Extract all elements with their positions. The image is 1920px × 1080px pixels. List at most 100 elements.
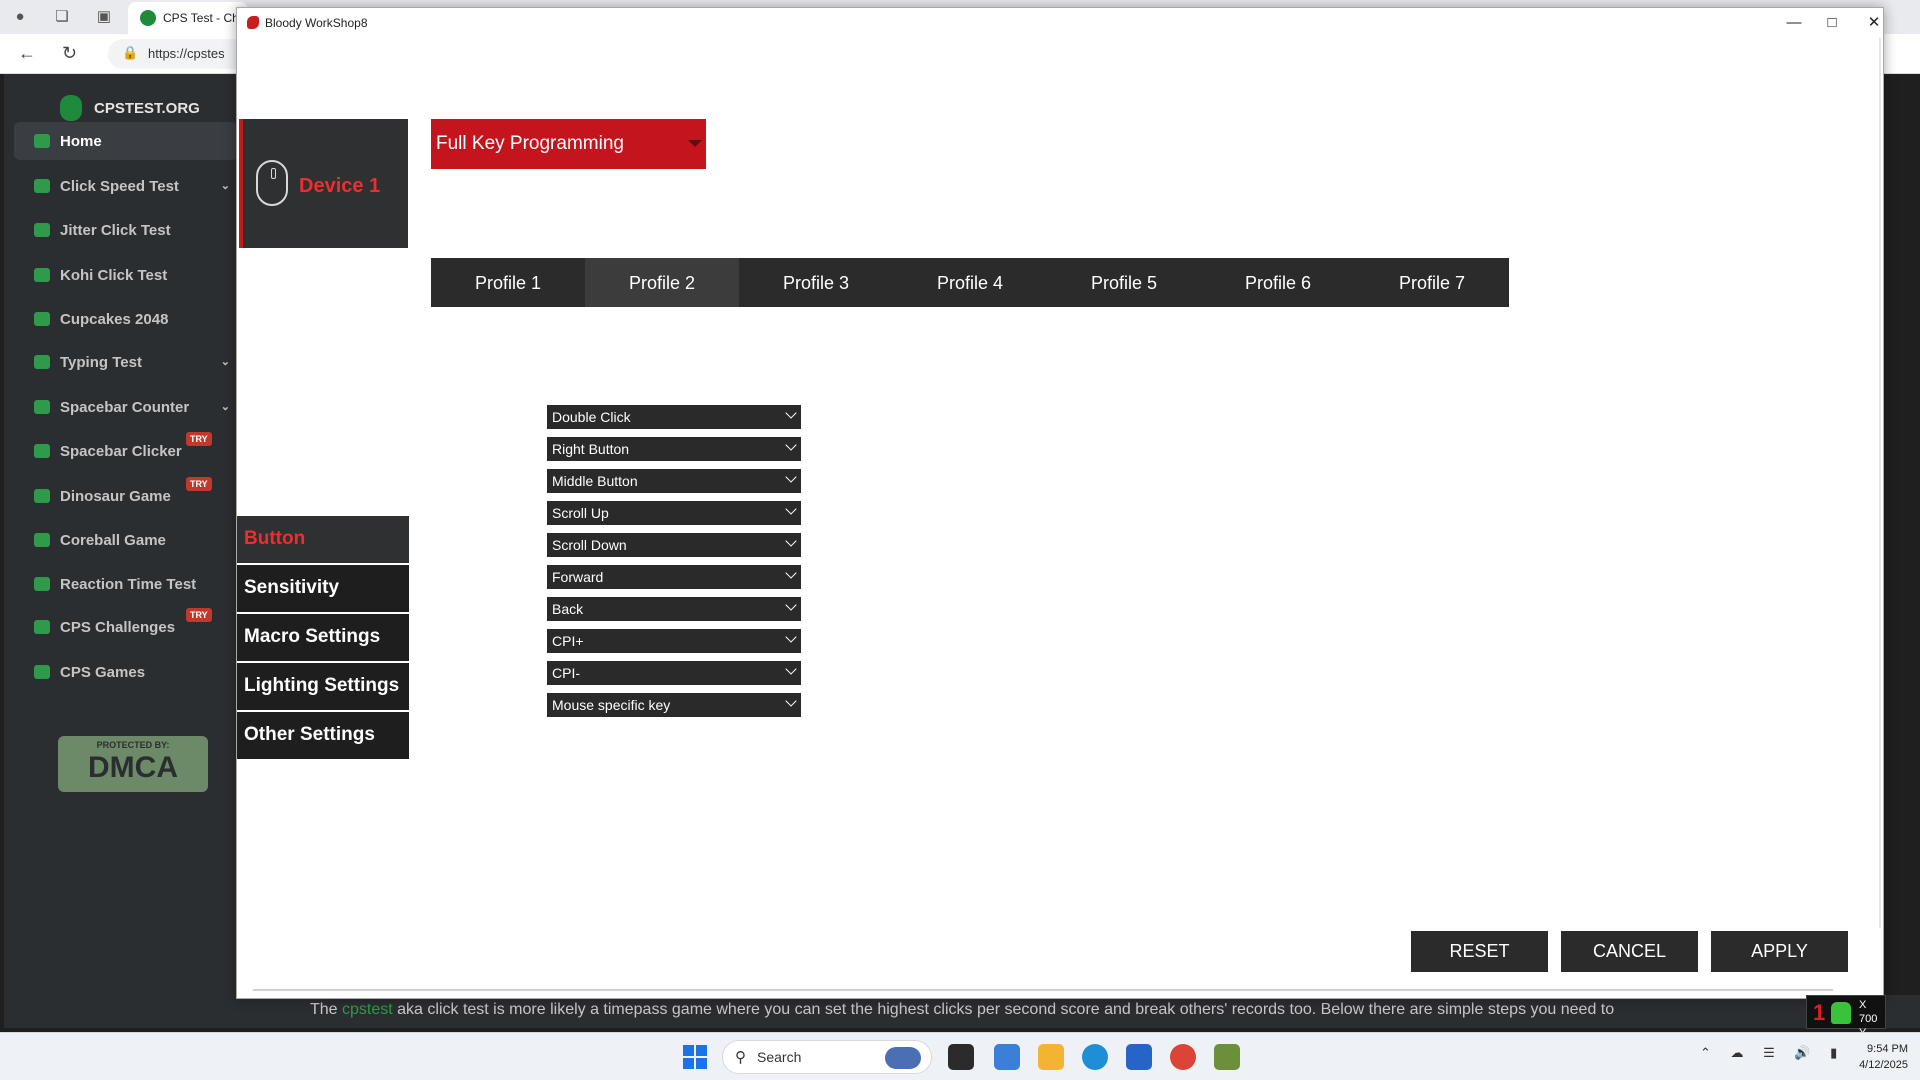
mode-dropdown-value: Full Key Programming (436, 133, 624, 154)
button-assignment-select[interactable]: Double Click (547, 405, 801, 429)
cancel-button[interactable]: CANCEL (1561, 931, 1698, 972)
store-icon[interactable] (1126, 1044, 1152, 1070)
profile-icon[interactable]: ● (10, 7, 30, 27)
mode-indicator: 1 (1813, 1000, 1826, 1025)
site-nav-label: Spacebar Counter (60, 398, 190, 416)
site-nav-coreball-game[interactable]: Coreball Game (14, 521, 238, 559)
site-nav-home[interactable]: Home (14, 122, 238, 160)
profile-tab-1[interactable]: Profile 1 (431, 258, 585, 307)
device-selector[interactable]: Device 1 (239, 119, 408, 248)
caret-down-icon (688, 140, 702, 147)
button-assignment-select[interactable]: Scroll Up (547, 501, 801, 525)
profile-tab-4[interactable]: Profile 4 (893, 258, 1047, 307)
copilot-icon[interactable] (994, 1044, 1020, 1070)
site-logo[interactable]: CPSTEST.ORG (60, 94, 200, 122)
site-nav-label: Typing Test (60, 353, 142, 371)
taskbar-search[interactable]: ⚲ Search (722, 1040, 932, 1074)
maximize-icon[interactable]: □ (1817, 12, 1847, 34)
chevron-down-icon (785, 407, 797, 419)
menu-other-settings[interactable]: Other Settings (237, 712, 409, 759)
intro-prefix: The (310, 1001, 343, 1018)
taskbar-clock[interactable]: 9:54 PM 4/12/2025 (1832, 1041, 1908, 1073)
mouse-logo-icon (60, 95, 82, 121)
minimize-icon[interactable]: — (1779, 12, 1809, 34)
tab-actions-icon[interactable]: ▣ (94, 7, 114, 27)
settings-menu: Button Sensitivity Macro Settings Lighti… (237, 516, 409, 761)
button-assignment-select[interactable]: CPI+ (547, 629, 801, 653)
browser-tab[interactable]: CPS Test - Ch (128, 2, 248, 34)
site-nav-label: Jitter Click Test (60, 221, 171, 239)
try-badge: TRY (186, 432, 212, 446)
site-nav-cps-games[interactable]: CPS Games (14, 653, 238, 691)
site-nav-label: Reaction Time Test (60, 575, 197, 593)
profile-tab-2[interactable]: Profile 2 (585, 258, 739, 307)
reload-icon[interactable]: ↻ (62, 43, 77, 64)
menu-button[interactable]: Button (237, 516, 409, 563)
button-assignment-value: Mouse specific key (552, 697, 671, 713)
site-nav-jitter-click-test[interactable]: Jitter Click Test (14, 211, 238, 249)
bloody-workshop-window: Bloody WorkShop8 — □ ✕ Device 1 Full Key… (236, 7, 1884, 999)
system-tray[interactable]: ⌃ ☁ ☰ 🔊 ▮ (1700, 1045, 1845, 1061)
search-icon: ⚲ (735, 1049, 746, 1066)
bloody-app-icon (247, 16, 259, 29)
site-nav-typing-test[interactable]: Typing Test ⌄ (14, 343, 238, 381)
chevron-down-icon (785, 663, 797, 675)
site-nav-kohi-click-test[interactable]: Kohi Click Test (14, 256, 238, 294)
button-assignment-value: Right Button (552, 441, 630, 457)
site-nav-click-speed-test[interactable]: Click Speed Test ⌄ (14, 167, 238, 205)
site-nav-cps-challenges[interactable]: CPS Challenges TRY (14, 608, 238, 646)
button-assignment-select[interactable]: Forward (547, 565, 801, 589)
bloody-overlay-widget[interactable]: 1 X 700 Y 700 (1806, 995, 1886, 1053)
button-assignment-select[interactable]: Right Button (547, 437, 801, 461)
button-assignment-select[interactable]: Middle Button (547, 469, 801, 493)
button-assignment-select[interactable]: Mouse specific key (547, 693, 801, 717)
cpi-x: X 700 (1859, 999, 1878, 1025)
windows-start-icon[interactable] (683, 1045, 707, 1069)
site-nav-dinosaur-game[interactable]: Dinosaur Game TRY (14, 477, 238, 515)
app-titlebar[interactable]: Bloody WorkShop8 — □ ✕ (237, 8, 1883, 38)
search-highlight-icon (885, 1047, 921, 1069)
chevron-down-icon (785, 439, 797, 451)
reset-button[interactable]: RESET (1411, 931, 1548, 972)
site-nav-cupcakes-2048[interactable]: Cupcakes 2048 (14, 300, 238, 338)
intro-link[interactable]: cpstest (342, 1001, 393, 1018)
vertical-scrollbar[interactable] (1879, 38, 1881, 928)
workspaces-icon[interactable]: ❏ (52, 7, 72, 27)
cursor-icon (34, 179, 50, 193)
close-icon[interactable]: ✕ (1859, 12, 1889, 34)
device-label: Device 1 (299, 175, 381, 197)
menu-sensitivity[interactable]: Sensitivity (237, 565, 409, 612)
site-nav-label: CPS Games (60, 663, 146, 681)
site-nav-reaction-time-test[interactable]: Reaction Time Test (14, 565, 238, 603)
taskbar-search-placeholder: Search (757, 1049, 802, 1065)
button-assignment-select[interactable]: Back (547, 597, 801, 621)
edge-icon[interactable] (1082, 1044, 1108, 1070)
profile-tab-7[interactable]: Profile 7 (1355, 258, 1509, 307)
apply-button[interactable]: APPLY (1711, 931, 1848, 972)
task-view-icon[interactable] (948, 1044, 974, 1070)
site-nav-spacebar-clicker[interactable]: Spacebar Clicker TRY (14, 432, 238, 470)
horizontal-scrollbar[interactable] (253, 989, 1833, 991)
chrome-icon[interactable] (1170, 1044, 1196, 1070)
file-explorer-icon[interactable] (1038, 1044, 1064, 1070)
button-assignment-value: CPI- (552, 665, 580, 681)
chart-icon (34, 620, 50, 634)
profile-tab-3[interactable]: Profile 3 (739, 258, 893, 307)
back-icon[interactable]: ← (18, 43, 36, 64)
dmca-badge[interactable]: PROTECTED BY: DMCA (58, 736, 208, 792)
button-assignment-select[interactable]: Scroll Down (547, 533, 801, 557)
site-nav-label: Home (60, 132, 102, 150)
menu-lighting-settings[interactable]: Lighting Settings (237, 663, 409, 710)
dinosaur-icon (34, 489, 50, 503)
site-nav-spacebar-counter[interactable]: Spacebar Counter ⌄ (14, 388, 238, 426)
profile-tab-5[interactable]: Profile 5 (1047, 258, 1201, 307)
minecraft-icon[interactable] (1214, 1044, 1240, 1070)
clock-time: 9:54 PM (1867, 1043, 1908, 1055)
profile-tabs: Profile 1 Profile 2 Profile 3 Profile 4 … (431, 258, 1509, 307)
try-badge: TRY (186, 608, 212, 622)
profile-tab-6[interactable]: Profile 6 (1201, 258, 1355, 307)
mode-dropdown[interactable]: Full Key Programming (431, 119, 706, 169)
intro-body: aka click test is more likely a timepass… (392, 1001, 1615, 1018)
menu-macro-settings[interactable]: Macro Settings (237, 614, 409, 661)
button-assignment-select[interactable]: CPI- (547, 661, 801, 685)
